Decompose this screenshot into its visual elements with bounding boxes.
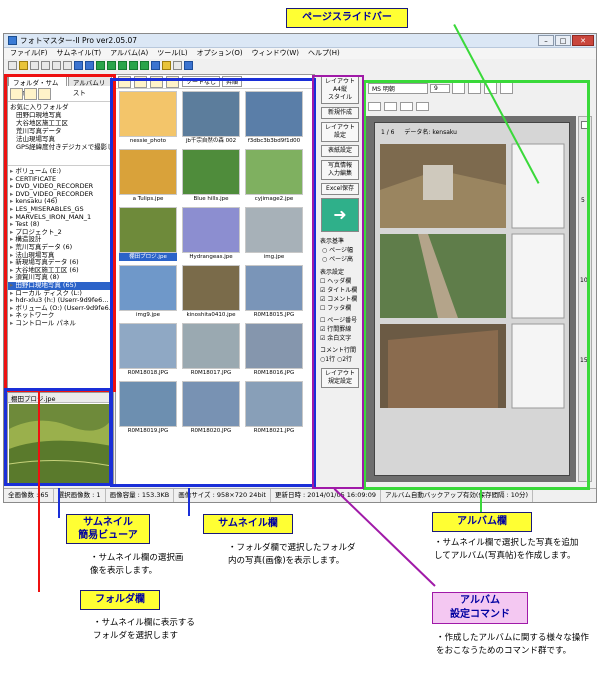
layout2-icon[interactable] (107, 61, 116, 70)
new-icon[interactable] (8, 61, 17, 70)
folder-highlight (4, 74, 116, 392)
connector-viewer (58, 488, 60, 518)
back-arrow-icon[interactable] (74, 61, 83, 70)
maximize-button[interactable]: □ (555, 35, 571, 46)
forward-arrow-icon[interactable] (85, 61, 94, 70)
status-volume: 画像容量 : 153.3KB (106, 489, 175, 502)
layout1-icon[interactable] (96, 61, 105, 70)
callout-page-slider: ページスライドバー (286, 8, 408, 28)
status-autosave: アルバム自動バックアップ有効(保存間隔 : 10分) (381, 489, 534, 502)
menu-help[interactable]: ヘルプ(H) (308, 48, 340, 59)
app-icon (8, 36, 17, 45)
callout-thumb-viewer: サムネイル 簡易ビューア (66, 514, 150, 544)
main-toolbar (4, 59, 314, 72)
command-highlight (312, 75, 364, 489)
callout-album: アルバム欄 (432, 512, 532, 532)
layout5-icon[interactable] (140, 61, 149, 70)
menu-bar: ファイル(F) サムネイル(T) アルバム(A) ツール(L) オプション(O)… (4, 48, 596, 59)
tools-icon[interactable] (173, 61, 182, 70)
note-thumb-viewer: ・サムネイル欄の選択画像を表示します。 (90, 553, 184, 576)
status-bar: 全画像数 : 65 選択画像数 : 1 画像容量 : 153.3KB 画像サイズ… (4, 488, 596, 502)
open-folder-icon[interactable] (19, 61, 28, 70)
note-thumbnail: ・フォルダ欄で選択したフォルダ内の写真(画像)を表示します。 (228, 543, 356, 566)
menu-options[interactable]: オプション(O) (197, 48, 243, 59)
thumbnail-highlight (110, 78, 316, 487)
camera-icon[interactable] (162, 61, 171, 70)
callout-album-command: アルバム 設定コマンド (432, 592, 528, 624)
print-icon[interactable] (41, 61, 50, 70)
note-album: ・サムネイル欄で選択した写真を追加してアルバム(写真帖)を作成します。 (434, 538, 579, 561)
menu-album[interactable]: アルバム(A) (110, 48, 148, 59)
window-title: フォトマスター-II Pro ver2.05.07 (20, 36, 138, 45)
menu-tools[interactable]: ツール(L) (157, 48, 187, 59)
settings-icon[interactable] (63, 61, 72, 70)
title-bar: フォトマスター-II Pro ver2.05.07 – □ ✕ (4, 34, 596, 48)
viewer-highlight (4, 388, 112, 486)
callout-folder: フォルダ欄 (80, 590, 160, 610)
note-folder: ・サムネイル欄に表示するフォルダを選択します (93, 618, 195, 641)
status-selected: 選択画像数 : 1 (54, 489, 106, 502)
album-highlight (363, 80, 590, 490)
help-icon[interactable] (184, 61, 193, 70)
layout6-icon[interactable] (151, 61, 160, 70)
menu-window[interactable]: ウィンドウ(W) (252, 48, 299, 59)
status-total: 全画像数 : 65 (4, 489, 54, 502)
window-controls: – □ ✕ (538, 35, 594, 46)
callout-thumbnail: サムネイル欄 (203, 514, 293, 534)
layout4-icon[interactable] (129, 61, 138, 70)
menu-file[interactable]: ファイル(F) (10, 48, 48, 59)
close-button[interactable]: ✕ (572, 35, 594, 46)
connector-thumbnail (188, 488, 190, 516)
status-updated: 更新日時 : 2014/01/05 16:09:09 (271, 489, 381, 502)
connector-folder (38, 392, 40, 592)
minimize-button[interactable]: – (538, 35, 554, 46)
layout3-icon[interactable] (118, 61, 127, 70)
save-icon[interactable] (30, 61, 39, 70)
menu-thumbnail[interactable]: サムネイル(T) (57, 48, 102, 59)
preview-icon[interactable] (52, 61, 61, 70)
note-album-command: ・作成したアルバムに関する様々な操作をおこなうためのコマンド群です。 (436, 633, 589, 656)
